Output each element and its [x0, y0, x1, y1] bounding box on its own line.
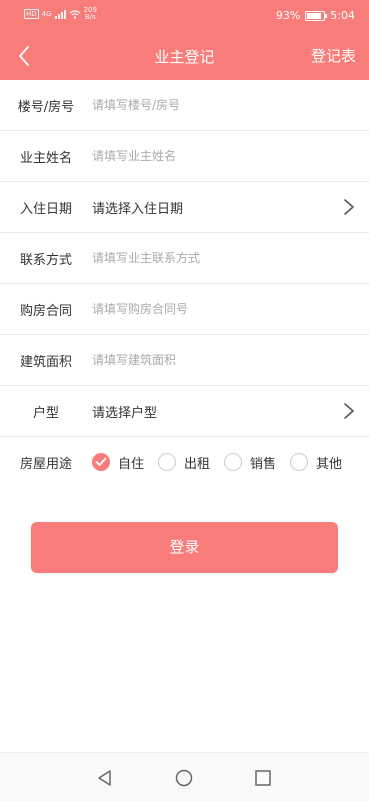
field-label: 业主姓名: [19, 150, 72, 166]
status-bar: HD 4G 209 B/s 93% 5:04: [0, 0, 369, 30]
field-label: 购房合同: [19, 303, 72, 319]
field-label: 楼号/房号: [17, 99, 75, 115]
field-building-area: 建筑面积: [0, 335, 369, 386]
usage-option-sale[interactable]: 销售: [224, 453, 276, 472]
building-area-input[interactable]: [92, 345, 369, 375]
field-label: 房屋用途: [19, 456, 72, 472]
field-house-type[interactable]: 户型 请选择户型: [0, 386, 369, 437]
checkmark-icon: [95, 457, 107, 466]
radio-unchecked-icon[interactable]: [224, 453, 243, 471]
field-label: 入住日期: [19, 201, 72, 217]
wifi-icon: [69, 9, 80, 19]
radio-label: 销售: [250, 456, 277, 472]
net-speed: 209 B/s: [84, 7, 97, 21]
owner-registration-form: 楼号/房号 业主姓名 入住日期 请选择入住日期 联系方式 购房合同 建筑面积 户…: [0, 80, 369, 487]
field-contact: 联系方式: [0, 233, 369, 284]
purchase-contract-input[interactable]: [92, 294, 369, 324]
usage-option-other[interactable]: 其他: [290, 453, 342, 472]
nav-recents-icon[interactable]: [252, 767, 274, 789]
network-type-label: 4G: [41, 10, 52, 18]
field-owner-name: 业主姓名: [0, 131, 369, 182]
field-room-number: 楼号/房号: [0, 80, 369, 131]
room-number-input[interactable]: [92, 90, 369, 120]
house-type-select[interactable]: 请选择户型: [92, 402, 369, 421]
owner-name-input[interactable]: [92, 141, 369, 171]
sim-hd-badge: HD: [24, 9, 39, 19]
move-in-date-select[interactable]: 请选择入住日期: [92, 198, 369, 217]
contact-input[interactable]: [92, 243, 369, 273]
nav-home-icon[interactable]: [173, 767, 195, 789]
app-header: 业主登记 登记表: [0, 30, 369, 80]
signal-bars-icon: [54, 9, 66, 19]
login-button[interactable]: 登录: [31, 522, 338, 573]
battery-icon: [305, 10, 328, 21]
usage-radio-group: 自住 出租 销售 其他: [92, 453, 369, 472]
chevron-right-icon[interactable]: [342, 402, 356, 420]
register-list-link[interactable]: 登记表: [311, 45, 356, 66]
clock: 5:04: [330, 9, 355, 22]
radio-unchecked-icon[interactable]: [290, 453, 309, 471]
field-move-in-date[interactable]: 入住日期 请选择入住日期: [0, 182, 369, 233]
field-house-usage: 房屋用途 自住 出租 销售 其他: [0, 437, 369, 487]
field-label: 户型: [32, 405, 59, 421]
radio-label: 自住: [118, 456, 145, 472]
radio-label: 出租: [184, 456, 211, 472]
field-label: 联系方式: [19, 252, 72, 268]
usage-option-rent[interactable]: 出租: [158, 453, 210, 472]
radio-checked-icon[interactable]: [92, 453, 110, 471]
field-purchase-contract: 购房合同: [0, 284, 369, 335]
radio-label: 其他: [316, 456, 343, 472]
system-nav-bar: [0, 752, 369, 801]
battery-percent: 93%: [275, 9, 301, 22]
usage-option-self[interactable]: 自住: [92, 453, 144, 472]
nav-back-icon[interactable]: [94, 767, 116, 789]
status-left: HD 4G 209 B/s: [24, 7, 97, 21]
net-speed-unit: B/s: [84, 13, 96, 21]
field-label: 建筑面积: [19, 354, 72, 370]
radio-unchecked-icon[interactable]: [158, 453, 177, 471]
status-right: 93% 5:04: [276, 9, 355, 22]
chevron-right-icon[interactable]: [342, 198, 356, 216]
